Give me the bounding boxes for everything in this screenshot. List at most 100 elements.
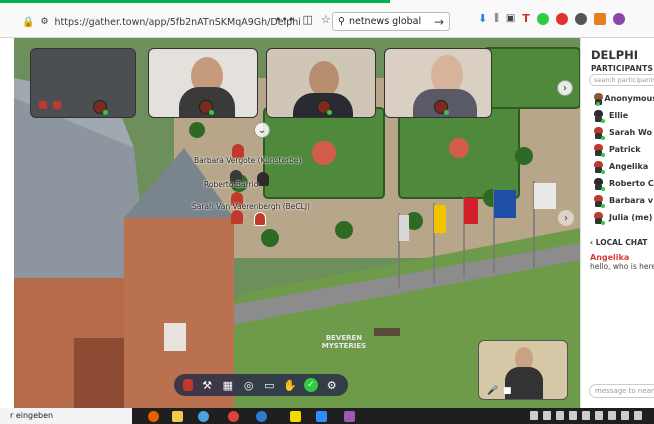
loading-progress-bar xyxy=(0,0,390,3)
participant-list: Anonymous Ellie Sarah Wo Patrick Angelika Rob… xyxy=(593,90,654,226)
participant-item[interactable]: Julia (me) xyxy=(593,209,654,226)
site-settings-icon[interactable]: ⚙ xyxy=(40,17,48,27)
online-indicator xyxy=(601,203,605,208)
participant-name: Anonymous xyxy=(604,94,654,103)
local-chat-heading[interactable]: ‹ LOCAL CHAT xyxy=(590,238,647,247)
download-icon[interactable]: ⬇ xyxy=(478,12,487,25)
participant-item[interactable]: Patrick xyxy=(593,141,654,158)
participant-search-input[interactable]: search participants xyxy=(589,74,654,86)
search-field[interactable]: ⚲ netnews global → xyxy=(332,12,450,31)
player-name-label: Sarah Van Vaerenbergh (BeCLJ) xyxy=(192,202,310,211)
chat-message-input[interactable]: message to nearby xyxy=(589,384,654,398)
player-name-label: Barbara Vergote (Kunsterbe) xyxy=(194,156,302,165)
online-indicator xyxy=(601,169,605,174)
participant-item[interactable]: Anonymous xyxy=(593,90,654,107)
floor-text: BEVEREN MYSTERIES xyxy=(321,334,367,350)
extension-purple-icon[interactable] xyxy=(612,12,625,25)
settings-gear-icon[interactable]: ⚙ xyxy=(325,378,339,392)
bookmark-star-icon[interactable]: ☆ xyxy=(321,13,331,26)
chevron-down-icon[interactable]: ⌄ xyxy=(254,122,270,138)
tray-icon xyxy=(634,411,642,420)
extension-green-icon[interactable] xyxy=(536,12,549,25)
page-actions-button[interactable]: ••• xyxy=(275,13,294,26)
extension-multicolor-icon[interactable] xyxy=(574,12,587,25)
extension-orange-icon[interactable] xyxy=(593,12,606,25)
file-explorer-icon[interactable] xyxy=(172,411,183,422)
video-camera-icon[interactable]: ■ xyxy=(503,386,512,396)
checkmark-icon[interactable]: ✓ xyxy=(303,378,318,392)
online-indicator xyxy=(601,186,605,191)
chat-author[interactable]: Angelika xyxy=(590,253,629,262)
tray-icon xyxy=(569,411,577,420)
avatar xyxy=(593,126,605,140)
video-tile-angelika[interactable] xyxy=(30,48,136,118)
pocket-icon[interactable]: ◫ xyxy=(302,13,312,26)
avatar xyxy=(593,194,605,208)
player-avatar-self[interactable] xyxy=(254,212,266,226)
extension-t-icon[interactable]: T xyxy=(522,12,530,25)
self-video-tile[interactable]: 🎤 ■ xyxy=(478,340,568,400)
avatar xyxy=(593,160,605,174)
participant-name: Angelika xyxy=(609,162,649,171)
participant-name: Barbara v xyxy=(609,196,653,205)
online-indicator xyxy=(601,118,605,123)
edge-icon[interactable] xyxy=(256,411,267,422)
avatar xyxy=(593,177,605,191)
tray-icon xyxy=(582,411,590,420)
online-indicator xyxy=(208,110,214,115)
player-avatar[interactable] xyxy=(231,210,243,224)
url-text[interactable]: https://gather.town/app/5fb2nATnSKMqA9Gh… xyxy=(55,17,301,28)
game-toolbar: ⚒ ▦ ◎ ▭ ✋ ✓ ⚙ xyxy=(174,374,348,396)
hammer-icon[interactable]: ⚒ xyxy=(200,378,214,392)
map-icon[interactable]: ▦ xyxy=(221,378,235,392)
participant-name: Julia (me) xyxy=(609,213,653,222)
virtual-space-map[interactable]: BEVEREN MYSTERIES › ⌄ › Barbara Vergote … xyxy=(14,38,580,408)
os-taskbar: r eingeben xyxy=(0,408,654,424)
zoom-icon[interactable] xyxy=(316,411,327,422)
chrome-icon[interactable] xyxy=(228,411,239,422)
participant-item[interactable]: Barbara v xyxy=(593,192,654,209)
microphone-icon[interactable]: 🎤 xyxy=(487,386,498,396)
avatar-icon[interactable] xyxy=(183,379,194,391)
hand-icon[interactable]: ✋ xyxy=(283,378,297,392)
space-title: DELPHI xyxy=(591,48,639,62)
video-tile-patrick[interactable] xyxy=(266,48,376,118)
lock-icon: 🔒 xyxy=(22,16,35,28)
system-tray[interactable] xyxy=(530,411,642,420)
tray-icon xyxy=(556,411,564,420)
search-go-icon[interactable]: → xyxy=(434,15,444,29)
library-icon[interactable]: ⫼ xyxy=(494,13,499,24)
tray-icon xyxy=(543,411,551,420)
video-tile-sarah[interactable] xyxy=(384,48,492,118)
extension-red-icon[interactable] xyxy=(555,12,568,25)
participant-item[interactable]: Sarah Wo xyxy=(593,124,654,141)
online-indicator xyxy=(443,110,449,115)
avatar xyxy=(593,143,605,157)
participant-item[interactable]: Roberto C xyxy=(593,175,654,192)
player-avatar[interactable] xyxy=(257,172,269,186)
app-icon[interactable] xyxy=(198,411,209,422)
tray-icon xyxy=(595,411,603,420)
participants-heading: PARTICIPANTS xyxy=(591,64,654,73)
participant-item[interactable]: Ellie xyxy=(593,107,654,124)
chevron-right-icon[interactable]: › xyxy=(557,80,573,96)
participants-sidebar: DELPHI PARTICIPANTS search participants … xyxy=(580,38,654,408)
sidebar-toggle-icon[interactable]: ▣ xyxy=(506,13,515,24)
tray-icon xyxy=(530,411,538,420)
app-icon[interactable] xyxy=(344,411,355,422)
player-name-label: Roberto Barrio xyxy=(204,180,259,189)
camera-off-icon xyxy=(53,101,61,109)
chat-message: hello, who is here xyxy=(590,262,654,271)
participant-item[interactable]: Angelika xyxy=(593,158,654,175)
online-indicator xyxy=(601,152,605,157)
screen-share-icon[interactable]: ▭ xyxy=(262,378,276,392)
chevron-right-icon[interactable]: › xyxy=(558,210,574,226)
participant-name: Sarah Wo xyxy=(609,128,653,137)
video-tile-roberto[interactable] xyxy=(148,48,258,118)
taskbar-search-box[interactable]: r eingeben xyxy=(0,408,132,424)
app-icon[interactable] xyxy=(290,411,301,422)
search-query: netnews global xyxy=(348,16,422,27)
target-icon[interactable]: ◎ xyxy=(242,378,256,392)
participant-name: Ellie xyxy=(609,111,629,120)
firefox-icon[interactable] xyxy=(148,411,159,422)
